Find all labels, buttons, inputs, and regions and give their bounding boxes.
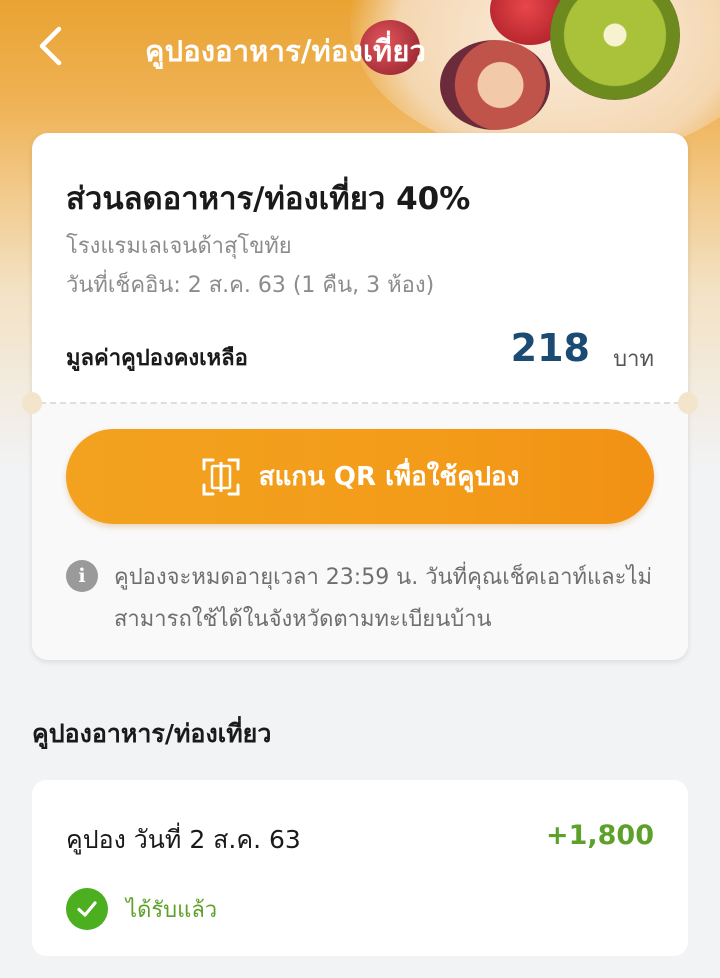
history-item-label: คูปอง วันที่ 2 ส.ค. 63 [66, 825, 301, 854]
checkin-info: วันที่เช็คอิน: 2 ส.ค. 63 (1 คืน, 3 ห้อง) [66, 273, 435, 298]
page-title: คูปองอาหาร/ท่องเที่ยว [145, 34, 427, 68]
back-button[interactable] [28, 22, 72, 70]
coupon-history-item[interactable]: คูปอง วันที่ 2 ส.ค. 63 +1,800 ได้รับแล้ว [32, 780, 688, 956]
section-title: คูปองอาหาร/ท่องเที่ยว [32, 719, 272, 748]
check-circle-icon [66, 888, 108, 930]
info-icon: i [66, 560, 98, 592]
balance-unit: บาท [613, 347, 654, 372]
app-header: คูปองอาหาร/ท่องเที่ยว [0, 0, 720, 96]
coupon-perforation [40, 402, 680, 404]
qr-scan-icon [202, 458, 240, 495]
hotel-name: โรงแรมเลเจนด้าสุโขทัย [66, 234, 292, 259]
chevron-left-icon [39, 26, 62, 66]
coupon-card: ส่วนลดอาหาร/ท่องเที่ยว 40% โรงแรมเลเจนด้… [22, 133, 698, 660]
history-item-status: ได้รับแล้ว [126, 898, 218, 923]
coupon-notch-right [678, 392, 698, 414]
history-item-amount: +1,800 [545, 820, 654, 851]
coupon-notch-left [22, 392, 42, 414]
balance-label: มูลค่าคูปองคงเหลือ [66, 346, 248, 371]
coupon-title: ส่วนลดอาหาร/ท่องเที่ยว 40% [66, 181, 471, 217]
scan-qr-button[interactable]: สแกน QR เพื่อใช้คูปอง [66, 429, 654, 524]
expiry-notice: คูปองจะหมดอายุเวลา 23:59 น. วันที่คุณเช็… [114, 565, 653, 632]
balance-value: 218 [510, 326, 590, 370]
scan-qr-label: สแกน QR เพื่อใช้คูปอง [258, 462, 520, 492]
